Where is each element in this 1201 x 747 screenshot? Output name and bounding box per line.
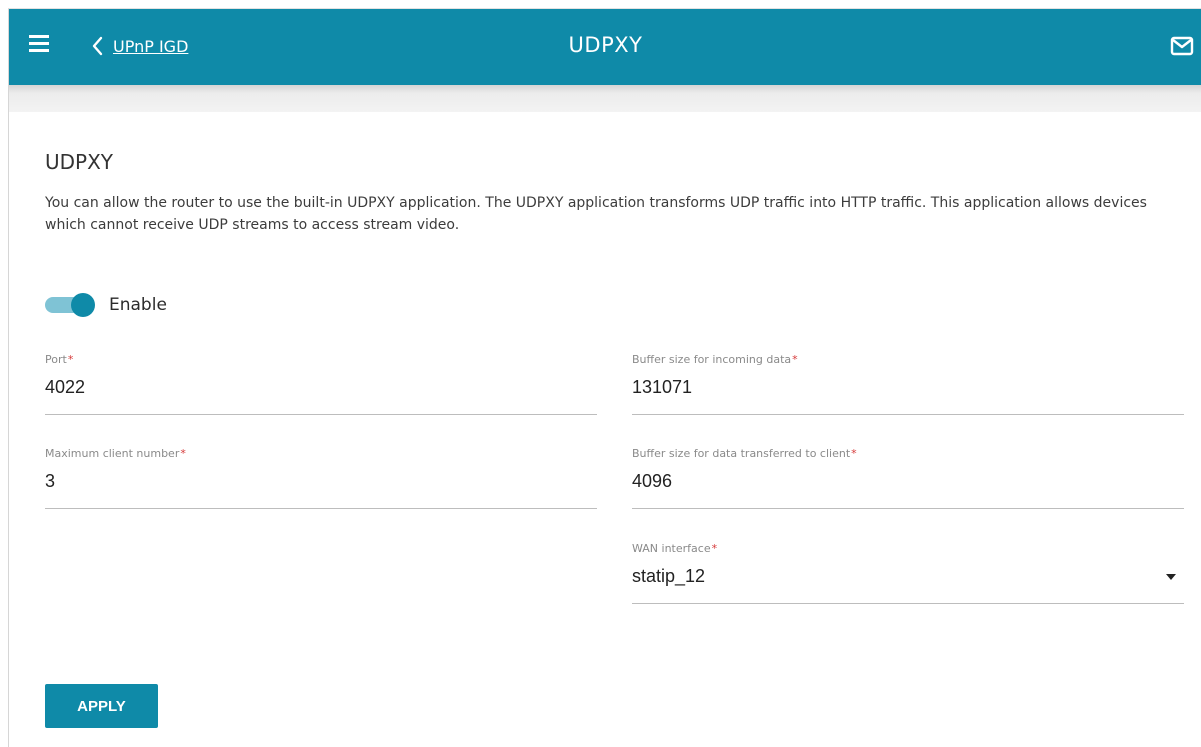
buffer-out-input[interactable]	[632, 471, 1184, 492]
section-description: You can allow the router to use the buil…	[45, 195, 1147, 233]
top-bar: UPnP IGD UDPXY	[9, 9, 1201, 85]
required-marker: *	[67, 353, 74, 366]
mail-icon[interactable]	[1170, 36, 1194, 60]
max-clients-label: Maximum client number*	[45, 447, 186, 460]
wan-interface-value[interactable]: statip_12	[632, 566, 1184, 587]
max-clients-field: Maximum client number*	[45, 447, 597, 509]
apply-button[interactable]: APPLY	[45, 684, 158, 728]
header-shadow	[9, 85, 1201, 112]
buffer-in-input[interactable]	[632, 377, 1184, 398]
toggle-knob[interactable]	[71, 293, 95, 317]
buffer-out-field: Buffer size for data transferred to clie…	[632, 447, 1184, 509]
caret-down-icon[interactable]	[1166, 574, 1176, 580]
page-title: UDPXY	[568, 33, 643, 57]
port-input[interactable]	[45, 377, 597, 398]
wan-interface-label: WAN interface*	[632, 542, 718, 555]
router-settings-window: UPnP IGD UDPXY UDPXY You can allow the r…	[8, 8, 1201, 747]
buffer-in-field: Buffer size for incoming data*	[632, 353, 1184, 415]
buffer-out-label: Buffer size for data transferred to clie…	[632, 447, 857, 460]
required-marker: *	[792, 353, 798, 366]
required-marker: *	[180, 447, 186, 460]
max-clients-input[interactable]	[45, 471, 597, 492]
enable-label: Enable	[109, 295, 167, 315]
section-title: UDPXY	[45, 150, 114, 174]
port-field: Port*	[45, 353, 597, 415]
required-marker: *	[851, 447, 857, 460]
port-label: Port*	[45, 353, 74, 366]
required-marker: *	[711, 542, 718, 555]
buffer-in-label: Buffer size for incoming data*	[632, 353, 798, 366]
enable-toggle[interactable]: Enable	[45, 292, 167, 318]
toggle-track[interactable]	[45, 293, 95, 317]
wan-interface-select[interactable]: WAN interface* statip_12	[632, 542, 1184, 604]
